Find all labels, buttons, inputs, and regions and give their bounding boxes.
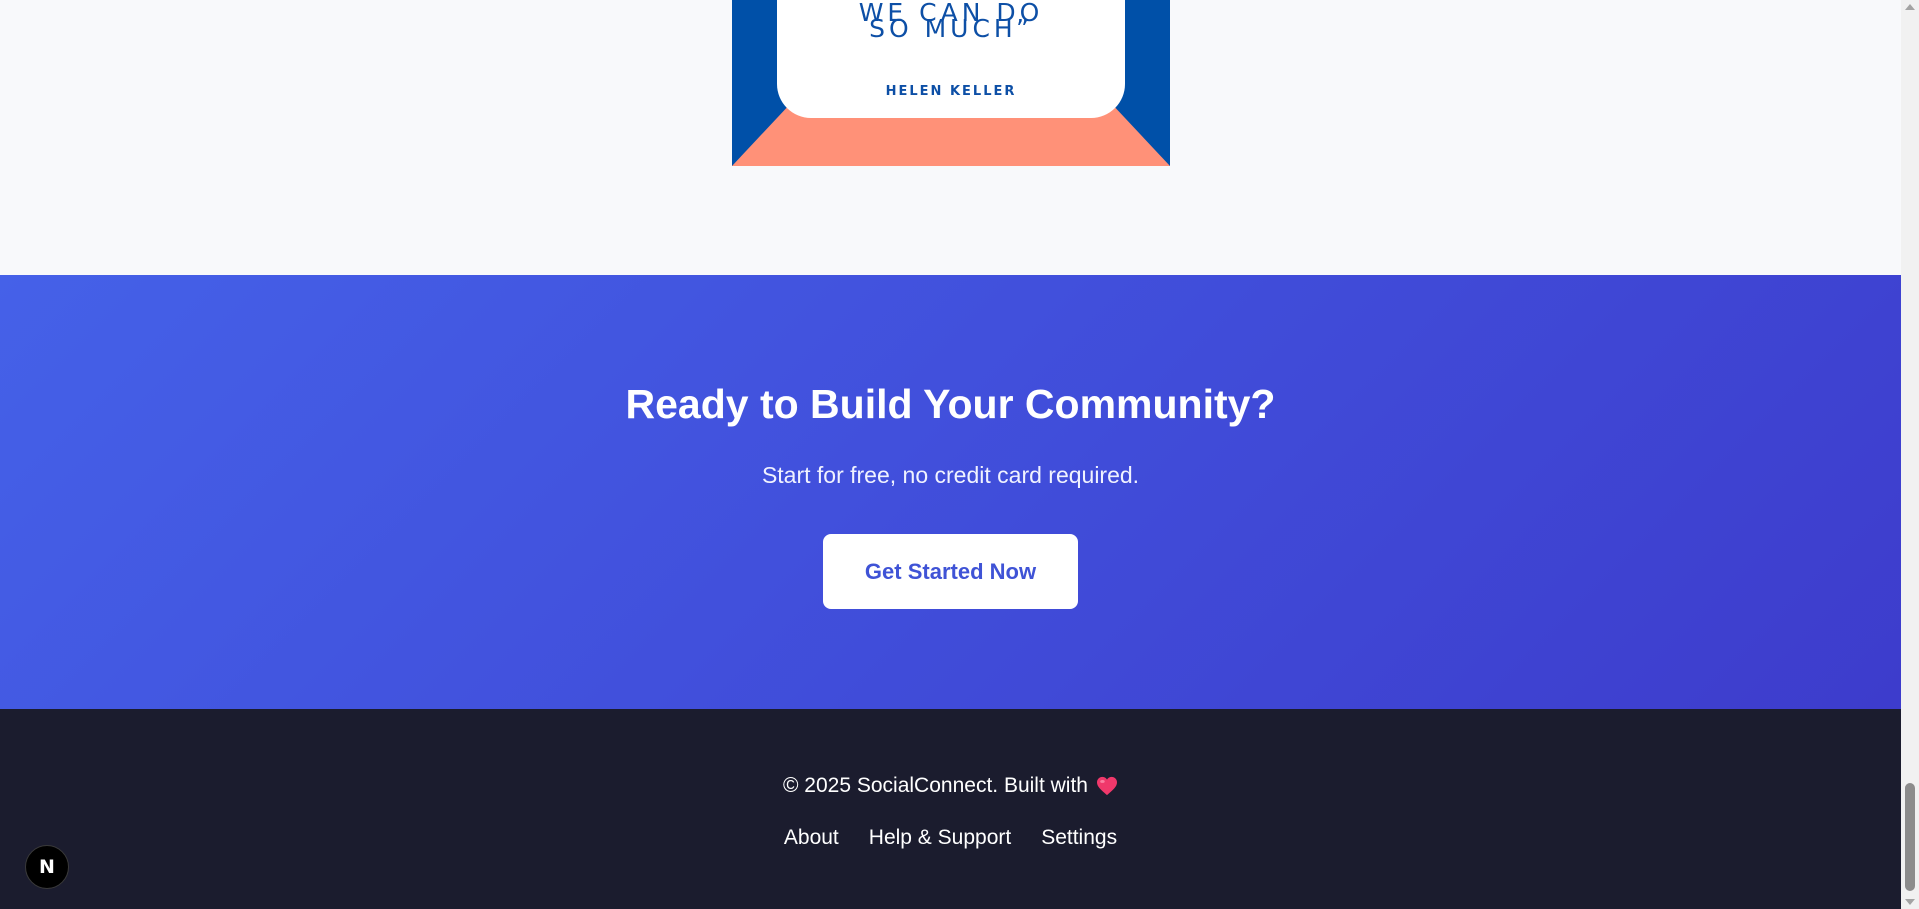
cta-title: Ready to Build Your Community? [625,381,1276,427]
footer-link-settings[interactable]: Settings [1041,826,1117,850]
heart-icon [1096,776,1117,796]
quote-card: WE CAN DO SO MUCH” HELEN KELLER [777,0,1125,118]
get-started-button[interactable]: Get Started Now [823,534,1078,609]
nextjs-dev-badge[interactable]: N [25,845,69,889]
footer-copyright: © 2025 SocialConnect. Built with [0,774,1901,798]
page: WE CAN DO SO MUCH” HELEN KELLER Ready to… [0,0,1901,909]
cta-subtitle: Start for free, no credit card required. [761,462,1140,488]
quote-author: HELEN KELLER [885,84,1017,99]
scrollbar-thumb[interactable] [1905,783,1915,891]
quote-image: WE CAN DO SO MUCH” HELEN KELLER [732,0,1170,166]
nextjs-logo-icon: N [39,856,55,878]
cta-section: Ready to Build Your Community? Start for… [0,275,1901,709]
footer-nav: About Help & Support Settings [0,826,1901,850]
footer: © 2025 SocialConnect. Built with About H… [0,709,1901,909]
quote-image-section: WE CAN DO SO MUCH” HELEN KELLER [0,0,1901,275]
copyright-text: © 2025 SocialConnect. Built with [783,774,1088,797]
scroll-up-arrow-icon[interactable] [1905,4,1915,10]
footer-link-about[interactable]: About [784,826,839,850]
footer-link-help-support[interactable]: Help & Support [869,826,1011,850]
quote-text-line2: SO MUCH” [869,14,1033,43]
scroll-down-arrow-icon[interactable] [1905,899,1915,905]
vertical-scrollbar[interactable] [1901,0,1919,909]
